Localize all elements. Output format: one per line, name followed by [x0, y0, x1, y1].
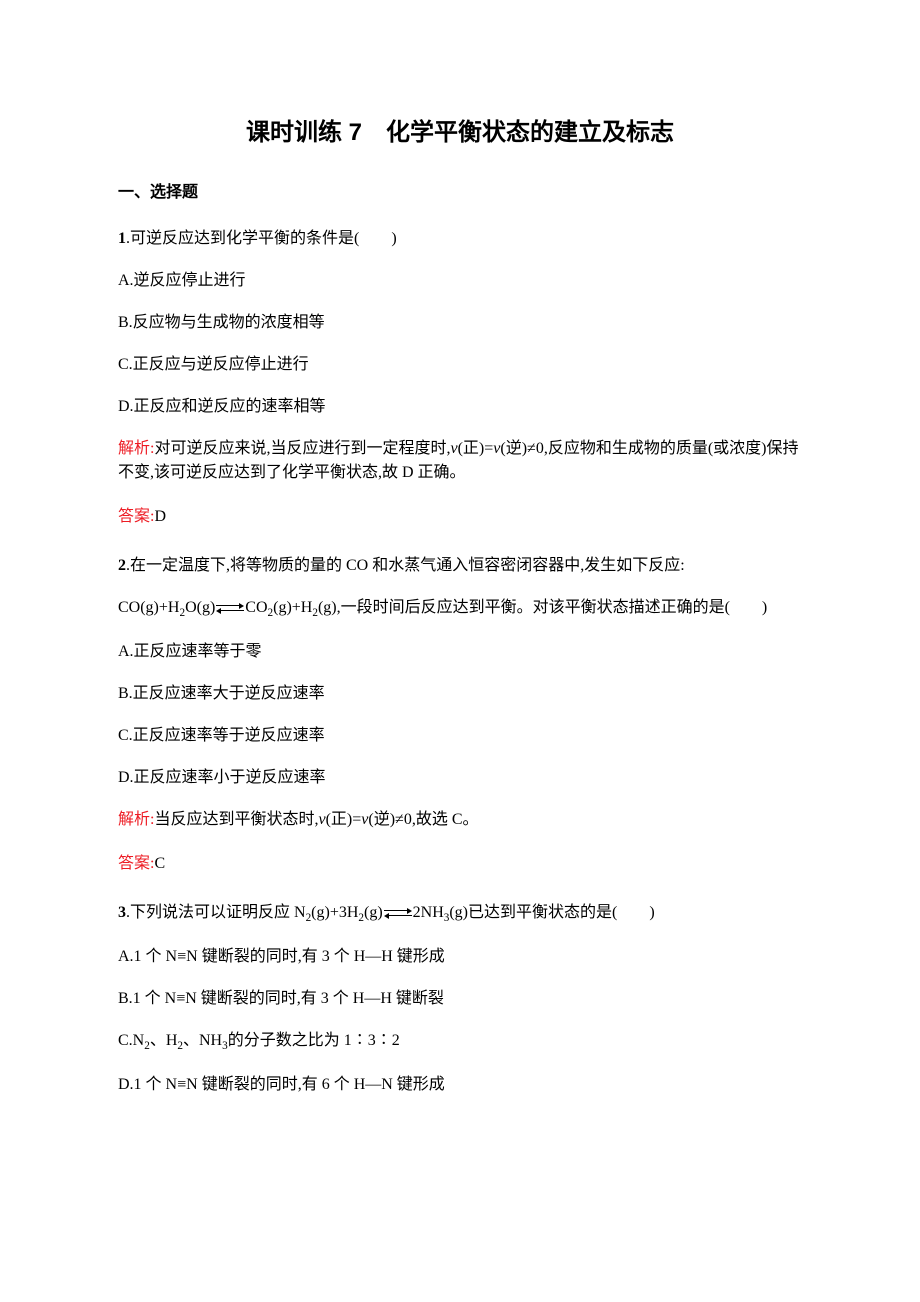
question-3: 3.下列说法可以证明反应 N2(g)+3H2(g)2NH3(g)已达到平衡状态的… — [118, 901, 802, 1097]
explanation-body: (正)= — [326, 811, 362, 828]
equation-part: (g),一段时间后反应达到平衡。对该平衡状态描述正确的是( ) — [318, 599, 767, 616]
explanation-label: 解析: — [118, 440, 154, 457]
option-a: A.逆反应停止进行 — [118, 269, 802, 293]
answer-value: C — [154, 855, 165, 872]
question-text: 2.在一定温度下,将等物质的量的 CO 和水蒸气通入恒容密闭容器中,发生如下反应… — [118, 554, 802, 578]
option-a: A.1 个 N≡N 键断裂的同时,有 3 个 H—H 键形成 — [118, 945, 802, 969]
equilibrium-arrow-icon — [384, 906, 412, 920]
question-stem: (g) — [364, 904, 383, 921]
question-2: 2.在一定温度下,将等物质的量的 CO 和水蒸气通入恒容密闭容器中,发生如下反应… — [118, 554, 802, 876]
option-d: D.正反应和逆反应的速率相等 — [118, 395, 802, 419]
variable-v: v — [318, 811, 325, 828]
question-stem: .可逆反应达到化学平衡的条件是( ) — [126, 230, 397, 247]
question-number: 3 — [118, 904, 126, 921]
question-1: 1.可逆反应达到化学平衡的条件是( ) A.逆反应停止进行 B.反应物与生成物的… — [118, 227, 802, 529]
explanation-body: 当反应达到平衡状态时, — [154, 811, 318, 828]
explanation-label: 解析: — [118, 811, 154, 828]
equilibrium-arrow-icon — [216, 601, 244, 615]
equation-part: CO(g)+H — [118, 599, 179, 616]
question-text: 1.可逆反应达到化学平衡的条件是( ) — [118, 227, 802, 251]
equation-part: O(g) — [185, 599, 215, 616]
option-d: D.1 个 N≡N 键断裂的同时,有 6 个 H—N 键形成 — [118, 1073, 802, 1097]
page-title: 课时训练 7 化学平衡状态的建立及标志 — [118, 115, 802, 151]
option-c: C.N2、H2、NH3的分子数之比为 1∶3∶2 — [118, 1029, 802, 1055]
question-stem: .下列说法可以证明反应 N — [126, 904, 306, 921]
question-number: 2 — [118, 557, 126, 574]
section-header: 一、选择题 — [118, 181, 802, 205]
option-c: C.正反应速率等于逆反应速率 — [118, 724, 802, 748]
option-b: B.反应物与生成物的浓度相等 — [118, 311, 802, 335]
answer: 答案:D — [118, 505, 802, 529]
option-part: C.N — [118, 1032, 144, 1049]
explanation-body: 对可逆反应来说,当反应进行到一定程度时, — [154, 440, 450, 457]
answer: 答案:C — [118, 852, 802, 876]
explanation-body: (正)= — [458, 440, 494, 457]
variable-v: v — [450, 440, 457, 457]
question-number: 1 — [118, 230, 126, 247]
option-d: D.正反应速率小于逆反应速率 — [118, 766, 802, 790]
option-part: 的分子数之比为 1∶3∶2 — [228, 1032, 400, 1049]
question-stem: (g)+3H — [311, 904, 358, 921]
equation-part: CO — [245, 599, 267, 616]
option-part: 、H — [150, 1032, 178, 1049]
option-b: B.正反应速率大于逆反应速率 — [118, 682, 802, 706]
question-stem: 2NH — [413, 904, 444, 921]
option-part: 、NH — [183, 1032, 222, 1049]
question-stem: .在一定温度下,将等物质的量的 CO 和水蒸气通入恒容密闭容器中,发生如下反应: — [126, 557, 685, 574]
question-stem: (g)已达到平衡状态的是( ) — [449, 904, 654, 921]
explanation: 解析:对可逆反应来说,当反应进行到一定程度时,v(正)=v(逆)≠0,反应物和生… — [118, 437, 802, 485]
explanation-body: (逆)≠0,故选 C。 — [368, 811, 478, 828]
option-c: C.正反应与逆反应停止进行 — [118, 353, 802, 377]
answer-value: D — [154, 508, 166, 525]
answer-label: 答案: — [118, 855, 154, 872]
equation: CO(g)+H2O(g)CO2(g)+H2(g),一段时间后反应达到平衡。对该平… — [118, 596, 802, 622]
option-b: B.1 个 N≡N 键断裂的同时,有 3 个 H—H 键断裂 — [118, 987, 802, 1011]
answer-label: 答案: — [118, 508, 154, 525]
explanation: 解析:当反应达到平衡状态时,v(正)=v(逆)≠0,故选 C。 — [118, 808, 802, 832]
option-a: A.正反应速率等于零 — [118, 640, 802, 664]
equation-part: (g)+H — [273, 599, 312, 616]
question-text: 3.下列说法可以证明反应 N2(g)+3H2(g)2NH3(g)已达到平衡状态的… — [118, 901, 802, 927]
